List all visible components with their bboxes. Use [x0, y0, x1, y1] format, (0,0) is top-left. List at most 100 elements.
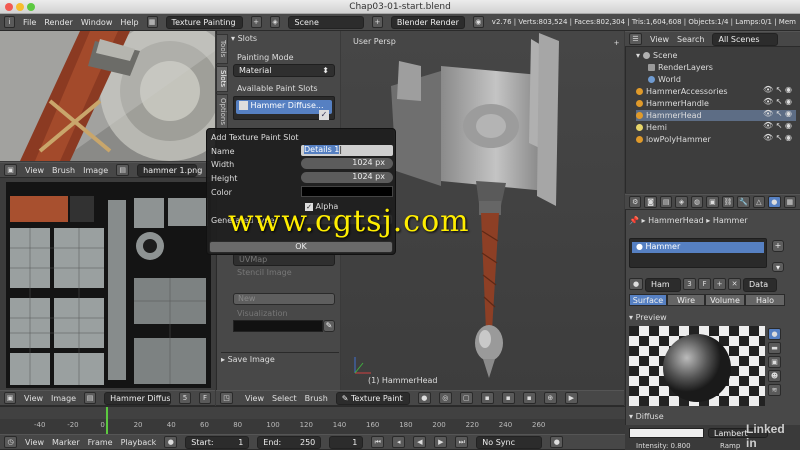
outliner-item-lowpolyhammer[interactable]: lowPolyHammer — [636, 134, 711, 145]
material-tab-icon[interactable]: ● — [768, 196, 781, 208]
constraints-tab-icon[interactable]: ⛓ — [721, 196, 735, 208]
diffuse-panel-header[interactable]: ▾ Diffuse — [629, 412, 664, 421]
world-tab-icon[interactable]: ◍ — [690, 196, 704, 208]
material-fake-user-button[interactable]: F — [698, 278, 711, 290]
eye-icon[interactable]: 👁 ↖ ◉ — [763, 108, 793, 120]
painting-mode-select[interactable]: Material ⬍ — [233, 64, 335, 77]
expand-viewport-icon[interactable]: + — [610, 38, 623, 50]
interaction-mode-select[interactable]: ✎ Texture Paint — [335, 391, 410, 405]
slots-panel-title[interactable]: ▾ Slots — [231, 34, 257, 43]
screen-layout-select[interactable]: Texture Painting — [165, 15, 243, 29]
material-slot-item[interactable]: ● Hammer — [632, 242, 764, 253]
stencil-color-field[interactable] — [233, 320, 323, 332]
end-frame-field[interactable]: End: 250 — [257, 435, 322, 449]
properties-editor-icon[interactable]: ⚙ — [629, 196, 642, 208]
unlink-material-icon[interactable]: ✕ — [728, 278, 741, 290]
image-editor-icon[interactable]: ▣ — [4, 164, 17, 176]
outliner-item-hammerhandle[interactable]: HammerHandle — [636, 98, 709, 109]
layer-3-button[interactable]: ▪ — [522, 392, 536, 404]
play-icon[interactable]: ▶ — [434, 436, 448, 448]
image-browse2-icon[interactable]: ▤ — [84, 392, 97, 404]
eye-icon[interactable]: 👁 ↖ ◉ — [763, 132, 793, 144]
editor-type-icon[interactable]: i — [4, 16, 15, 28]
preview-cube-icon[interactable]: ▣ — [768, 356, 781, 368]
new-stencil-button[interactable]: New — [233, 293, 335, 305]
layers-tab-icon[interactable]: ▤ — [659, 196, 673, 208]
eye-icon[interactable]: 👁 ↖ ◉ — [763, 96, 793, 108]
layer-2-button[interactable]: ▪ — [501, 392, 515, 404]
add-material-slot-button[interactable]: + — [772, 240, 784, 252]
tab-volume[interactable]: Volume — [705, 294, 745, 306]
menu-help[interactable]: Help — [120, 18, 138, 27]
image-menu-image[interactable]: Image — [51, 394, 76, 403]
outliner-item-scene[interactable]: ▾ Scene — [636, 50, 677, 61]
current-frame-field[interactable]: 1 — [329, 435, 364, 449]
outliner-item-hammeraccessories[interactable]: HammerAccessories — [636, 86, 728, 97]
paint-slot-item[interactable]: Hammer Diffuse... ✓ — [236, 100, 332, 120]
render-engine-select[interactable]: Blender Render — [390, 15, 465, 29]
tab-tools[interactable]: Tools — [216, 34, 228, 64]
uv-image-name[interactable]: hammer 1.png — [137, 163, 202, 177]
tab-surface[interactable]: Surface — [629, 294, 667, 306]
play-reverse-icon[interactable]: ◀ — [413, 436, 427, 448]
data-tab-icon[interactable]: △ — [752, 196, 766, 208]
slot-checkbox[interactable]: ✓ — [319, 110, 329, 120]
outliner-editor-icon[interactable]: ☰ — [629, 33, 642, 45]
tab-halo[interactable]: Halo — [745, 294, 785, 306]
modifiers-tab-icon[interactable]: 🔧 — [737, 196, 750, 208]
3d-menu-view[interactable]: View — [245, 394, 264, 403]
ok-button[interactable]: OK — [209, 241, 393, 253]
eye-icon[interactable]: 👁 ↖ ◉ — [763, 84, 793, 96]
preview-hair-icon[interactable]: ≋ — [768, 384, 781, 396]
eyedropper-icon[interactable]: ✎ — [323, 320, 335, 332]
slot-name-input[interactable]: Details 1| — [301, 145, 393, 156]
timeline-menu-marker[interactable]: Marker — [52, 438, 80, 447]
menu-file[interactable]: File — [23, 18, 36, 27]
image-menu-view[interactable]: View — [24, 394, 43, 403]
outliner-display-select[interactable]: All Scenes — [712, 32, 779, 46]
uv-layout-view[interactable] — [0, 178, 215, 390]
height-field[interactable]: 1024 px — [301, 172, 393, 183]
add-scene-icon[interactable]: + — [371, 16, 383, 28]
preview-panel-header[interactable]: ▾ Preview — [629, 313, 667, 322]
slot-specials-button[interactable]: ▾ — [772, 262, 784, 272]
outliner-item-hemi[interactable]: Hemi — [636, 122, 667, 133]
color-swatch[interactable] — [301, 186, 393, 197]
fake-user-button[interactable]: F — [198, 392, 212, 404]
uv-menu-brush[interactable]: Brush — [52, 166, 75, 175]
3d-view-editor-icon[interactable]: ◳ — [220, 392, 233, 404]
preview-sphere-icon[interactable]: ● — [768, 328, 781, 340]
outliner-item-world[interactable]: World — [648, 74, 681, 85]
start-frame-field[interactable]: Start: 1 — [185, 435, 250, 449]
zoom-window-button[interactable] — [27, 3, 35, 11]
viewport-shading-icon[interactable]: ● — [417, 392, 431, 404]
width-field[interactable]: 1024 px — [301, 158, 393, 169]
outliner-item-renderlayers[interactable]: RenderLayers — [648, 62, 713, 73]
scene-tab-icon[interactable]: ◈ — [675, 196, 688, 208]
image-name-field[interactable]: Hammer Diffuse C... — [104, 391, 171, 405]
add-layout-icon[interactable]: + — [250, 16, 262, 28]
outliner-menu-view[interactable]: View — [650, 35, 669, 44]
object-tab-icon[interactable]: ▣ — [706, 196, 719, 208]
outliner-menu-search[interactable]: Search — [677, 35, 704, 44]
render-preview-icon[interactable]: ▶ — [564, 392, 578, 404]
tab-slots[interactable]: Slots — [216, 66, 228, 92]
record-icon[interactable]: ● — [164, 436, 178, 448]
render-tab-icon[interactable]: ◙ — [644, 196, 657, 208]
auto-key-icon[interactable]: ● — [550, 436, 564, 448]
3d-menu-brush[interactable]: Brush — [305, 394, 328, 403]
texture-tab-icon[interactable]: ▦ — [783, 196, 796, 208]
preview-flat-icon[interactable]: ▬ — [768, 342, 781, 354]
image-browse-icon[interactable]: ▤ — [116, 164, 130, 176]
snap-icon[interactable]: ⊕ — [543, 392, 557, 404]
material-browse-icon[interactable]: ● — [629, 278, 643, 290]
pivot-point-icon[interactable]: ◎ — [438, 392, 452, 404]
sync-mode-select[interactable]: No Sync — [476, 435, 543, 449]
close-window-button[interactable] — [5, 3, 13, 11]
eye-icon[interactable]: 👁 ↖ ◉ — [763, 120, 793, 132]
minimize-window-button[interactable] — [16, 3, 24, 11]
save-image-panel[interactable]: ▸ Save Image — [221, 352, 339, 364]
prev-keyframe-icon[interactable]: ◂ — [392, 436, 406, 448]
timeline-menu-frame[interactable]: Frame — [88, 438, 113, 447]
screen-layout-icon[interactable]: ▦ — [146, 16, 158, 28]
